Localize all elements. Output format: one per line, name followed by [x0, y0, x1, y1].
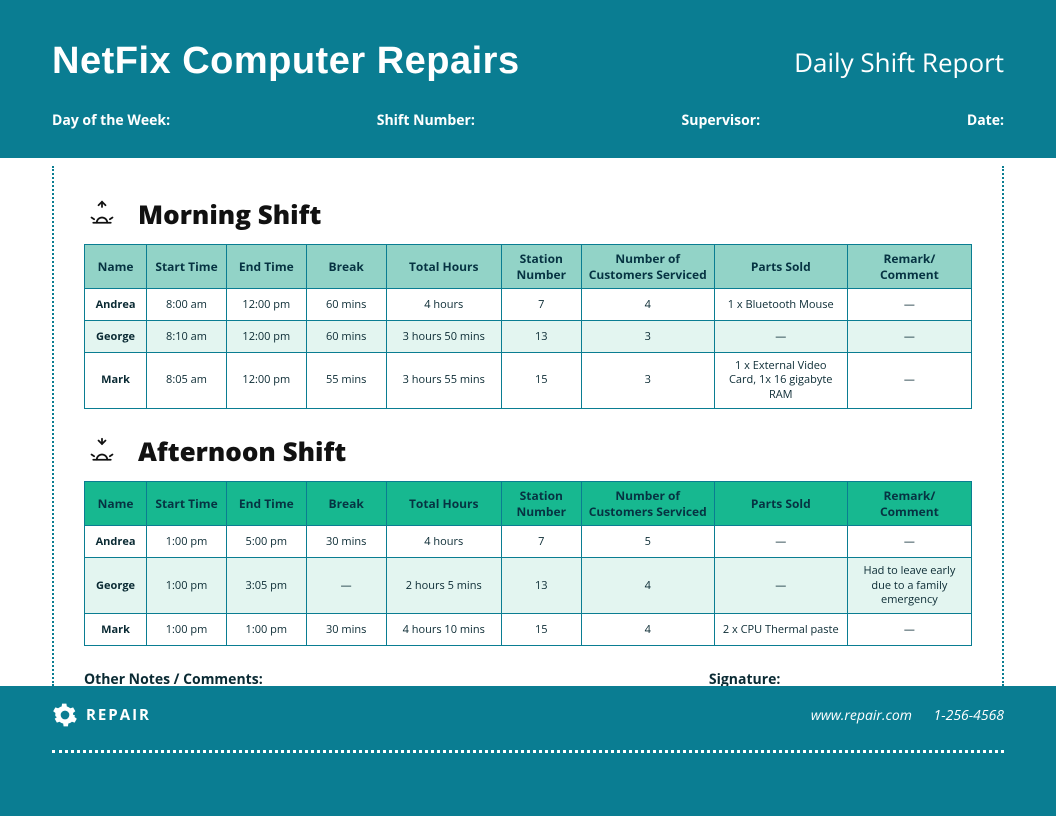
col-break: Break: [306, 482, 386, 526]
cell-parts: —: [714, 558, 847, 614]
col-name: Name: [85, 482, 147, 526]
afternoon-shift-title: Afternoon Shift: [138, 433, 346, 469]
cell-total: 4 hours 10 mins: [386, 614, 501, 646]
cell-cust: 3: [581, 353, 714, 409]
table-row: Andrea1:00 pm5:00 pm30 mins4 hours75——: [85, 526, 972, 558]
company-name: NetFix Computer Repairs: [52, 40, 520, 83]
morning-shift-title: Morning Shift: [138, 196, 321, 232]
sunrise-icon: [88, 200, 116, 228]
cell-break: 55 mins: [306, 353, 386, 409]
col-start: Start Time: [147, 245, 227, 289]
cell-station: 7: [501, 289, 581, 321]
report-body: Morning Shift Name Start Time End Time B…: [52, 166, 1004, 686]
footer-phone: 1-256-4568: [934, 706, 1004, 725]
afternoon-shift-table: Name Start Time End Time Break Total Hou…: [84, 481, 972, 646]
col-remark: Remark/ Comment: [847, 482, 971, 526]
cell-total: 3 hours 50 mins: [386, 321, 501, 353]
col-parts: Parts Sold: [714, 245, 847, 289]
cell-break: 60 mins: [306, 289, 386, 321]
gear-icon: [52, 702, 78, 728]
cell-cust: 5: [581, 526, 714, 558]
report-footer: REPAIR www.repair.com 1-256-4568: [0, 686, 1056, 816]
cell-remark: —: [847, 321, 971, 353]
cell-name: Andrea: [85, 526, 147, 558]
cell-station: 7: [501, 526, 581, 558]
cell-end: 1:00 pm: [226, 614, 306, 646]
cell-start: 8:10 am: [147, 321, 227, 353]
cell-end: 12:00 pm: [226, 321, 306, 353]
cell-end: 12:00 pm: [226, 289, 306, 321]
cell-total: 4 hours: [386, 526, 501, 558]
report-title: Daily Shift Report: [794, 44, 1004, 80]
cell-name: Andrea: [85, 289, 147, 321]
cell-station: 13: [501, 558, 581, 614]
cell-remark: Had to leave early due to a family emerg…: [847, 558, 971, 614]
col-start: Start Time: [147, 482, 227, 526]
cell-cust: 3: [581, 321, 714, 353]
cell-start: 1:00 pm: [147, 558, 227, 614]
cell-name: Mark: [85, 353, 147, 409]
morning-shift-table: Name Start Time End Time Break Total Hou…: [84, 244, 972, 409]
col-name: Name: [85, 245, 147, 289]
cell-start: 1:00 pm: [147, 614, 227, 646]
cell-parts: —: [714, 526, 847, 558]
col-station: Station Number: [501, 482, 581, 526]
field-shift-number: Shift Number:: [377, 111, 475, 130]
cell-parts: —: [714, 321, 847, 353]
col-total: Total Hours: [386, 482, 501, 526]
cell-name: George: [85, 558, 147, 614]
cell-break: 60 mins: [306, 321, 386, 353]
sunset-icon: [88, 437, 116, 465]
cell-station: 13: [501, 321, 581, 353]
col-customers: Number of Customers Serviced: [581, 482, 714, 526]
cell-name: Mark: [85, 614, 147, 646]
col-total: Total Hours: [386, 245, 501, 289]
cell-cust: 4: [581, 614, 714, 646]
cell-station: 15: [501, 614, 581, 646]
cell-end: 12:00 pm: [226, 353, 306, 409]
cell-end: 3:05 pm: [226, 558, 306, 614]
cell-cust: 4: [581, 558, 714, 614]
col-parts: Parts Sold: [714, 482, 847, 526]
table-row: Andrea8:00 am12:00 pm60 mins4 hours741 x…: [85, 289, 972, 321]
table-row: George1:00 pm3:05 pm—2 hours 5 mins134—H…: [85, 558, 972, 614]
cell-break: 30 mins: [306, 526, 386, 558]
cell-parts: 1 x Bluetooth Mouse: [714, 289, 847, 321]
cell-name: George: [85, 321, 147, 353]
footer-website: www.repair.com: [811, 706, 912, 725]
cell-cust: 4: [581, 289, 714, 321]
field-supervisor: Supervisor:: [682, 111, 761, 130]
cell-start: 1:00 pm: [147, 526, 227, 558]
footer-brand: REPAIR: [86, 705, 151, 725]
cell-total: 2 hours 5 mins: [386, 558, 501, 614]
cell-remark: —: [847, 289, 971, 321]
cell-end: 5:00 pm: [226, 526, 306, 558]
field-date: Date:: [967, 111, 1004, 130]
cell-total: 3 hours 55 mins: [386, 353, 501, 409]
cell-start: 8:00 am: [147, 289, 227, 321]
cell-remark: —: [847, 614, 971, 646]
cell-start: 8:05 am: [147, 353, 227, 409]
col-station: Station Number: [501, 245, 581, 289]
col-end: End Time: [226, 482, 306, 526]
cell-remark: —: [847, 353, 971, 409]
col-customers: Number of Customers Serviced: [581, 245, 714, 289]
table-row: Mark8:05 am12:00 pm55 mins3 hours 55 min…: [85, 353, 972, 409]
report-header: NetFix Computer Repairs Daily Shift Repo…: [0, 0, 1056, 158]
cell-total: 4 hours: [386, 289, 501, 321]
cell-remark: —: [847, 526, 971, 558]
col-break: Break: [306, 245, 386, 289]
footer-divider: [52, 750, 1004, 753]
cell-station: 15: [501, 353, 581, 409]
col-remark: Remark/ Comment: [847, 245, 971, 289]
cell-parts: 2 x CPU Thermal paste: [714, 614, 847, 646]
cell-break: 30 mins: [306, 614, 386, 646]
field-day-of-week: Day of the Week:: [52, 111, 170, 130]
table-row: George8:10 am12:00 pm60 mins3 hours 50 m…: [85, 321, 972, 353]
cell-parts: 1 x External Video Card, 1x 16 gigabyte …: [714, 353, 847, 409]
table-row: Mark1:00 pm1:00 pm30 mins4 hours 10 mins…: [85, 614, 972, 646]
cell-break: —: [306, 558, 386, 614]
col-end: End Time: [226, 245, 306, 289]
